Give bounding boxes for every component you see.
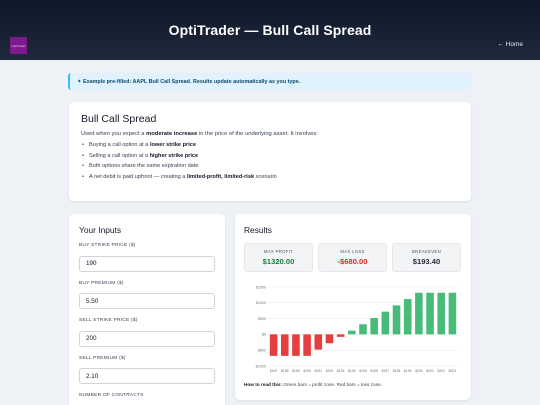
list-item: Both options share the same expiration d…	[82, 163, 459, 169]
buy-strike-input[interactable]	[79, 255, 215, 272]
list-item: A net debit is paid upfront — creating a…	[82, 174, 459, 180]
max-loss-metric: MAX LOSS -$680.00	[318, 243, 387, 272]
x-tick-label: $200	[415, 369, 423, 373]
loss-bar	[280, 334, 289, 356]
profit-bar	[403, 299, 412, 335]
sell-strike-input[interactable]	[79, 330, 215, 347]
profit-bar	[348, 330, 356, 335]
profit-bar	[392, 305, 401, 335]
chart-hint: How to read this: Green bars = profit zo…	[244, 382, 383, 387]
x-tick-label: $189	[292, 369, 300, 373]
x-tick-label: $202	[437, 369, 445, 373]
list-item: Selling a call option at a higher strike…	[82, 153, 459, 159]
x-tick-label: $190	[303, 369, 311, 373]
x-tick-label: $198	[393, 369, 401, 373]
breakeven-label: BREAKEVEN	[412, 249, 441, 254]
y-tick-label: -$1000	[255, 364, 266, 368]
results-card: Results MAX PROFIT $1320.00 MAX LOSS -$6…	[235, 214, 471, 400]
contracts-label: NUMBER OF CONTRACTS	[79, 393, 144, 398]
profit-bar	[448, 292, 457, 335]
loss-bar	[325, 334, 334, 344]
results-title: Results	[244, 225, 272, 235]
x-tick-label: $195	[359, 369, 367, 373]
loss-bar	[303, 334, 311, 356]
strategy-bullets: Buying a call option at a lower strike p…	[81, 142, 459, 180]
max-profit-metric: MAX PROFIT $1320.00	[244, 243, 313, 272]
x-tick-label: $201	[426, 369, 434, 373]
buy-strike-label: BUY STRIKE PRICE ($)	[79, 243, 136, 248]
breakeven-metric: BREAKEVEN $193.40	[392, 243, 461, 272]
y-tick-label: -$500	[257, 349, 266, 353]
sell-premium-label: SELL PREMIUM ($)	[79, 355, 126, 361]
x-tick-label: $196	[370, 369, 378, 373]
breakeven-value: $193.40	[412, 257, 441, 266]
x-tick-label: $194	[348, 369, 356, 373]
strategy-description: Used when you expect a moderate increase…	[81, 131, 318, 137]
strategy-intro-card: Bull Call Spread Used when you expect a …	[69, 102, 471, 201]
y-tick-label: $500	[258, 317, 266, 321]
y-tick-label: $1500	[256, 285, 266, 289]
logo[interactable]: OptiTrader	[10, 37, 27, 54]
profit-bar	[381, 311, 390, 335]
metrics-row: MAX PROFIT $1320.00 MAX LOSS -$680.00 BR…	[244, 243, 462, 272]
buy-premium-input[interactable]	[79, 293, 215, 309]
max-loss-value: -$680.00	[337, 257, 368, 266]
x-tick-label: $199	[404, 369, 412, 373]
loss-bar	[269, 334, 278, 356]
max-profit-value: $1320.00	[262, 257, 295, 266]
profit-bar	[426, 292, 434, 335]
sell-strike-label: SELL STRIKE PRICE ($)	[79, 318, 138, 323]
max-profit-label: MAX PROFIT	[263, 249, 294, 254]
home-link[interactable]: ← Home	[497, 41, 523, 48]
info-banner: ✦ Example pre-filled: AAPL Bull Call Spr…	[68, 73, 471, 90]
loss-bar	[292, 334, 300, 356]
profit-bar	[437, 292, 446, 335]
sell-premium-input[interactable]	[79, 368, 215, 384]
profit-bar	[415, 292, 423, 335]
loss-bar	[336, 334, 345, 337]
profit-loss-chart: $1500$1000$500$0-$500-$1000$187 $188 $189 $…	[255, 285, 458, 373]
y-tick-label: $0	[262, 333, 266, 337]
inputs-card: Your Inputs BUY STRIKE PRICE ($) BUY PRE…	[69, 214, 225, 405]
x-tick-label: $188	[281, 369, 289, 373]
inputs-title: Your Inputs	[79, 225, 122, 235]
list-item: Buying a call option at a lower strike p…	[82, 142, 459, 148]
loss-bar	[314, 334, 323, 350]
x-tick-label: $191	[315, 369, 323, 373]
y-tick-label: $1000	[256, 301, 266, 305]
max-loss-label: MAX LOSS	[340, 249, 365, 254]
strategy-title: Bull Call Spread	[81, 113, 157, 125]
x-tick-label: $192	[326, 369, 334, 373]
x-tick-label: $203	[449, 369, 457, 373]
page-title: OptiTrader — Bull Call Spread	[168, 22, 372, 38]
x-tick-label: $193	[337, 369, 345, 373]
x-tick-label: $197	[382, 369, 390, 373]
profit-bar	[359, 324, 367, 335]
buy-premium-label: BUY PREMIUM ($)	[79, 280, 124, 286]
profit-bar	[370, 317, 378, 335]
x-tick-label: $187	[270, 369, 278, 373]
app-header: OptiTrader — Bull Call Spread	[0, 0, 540, 60]
